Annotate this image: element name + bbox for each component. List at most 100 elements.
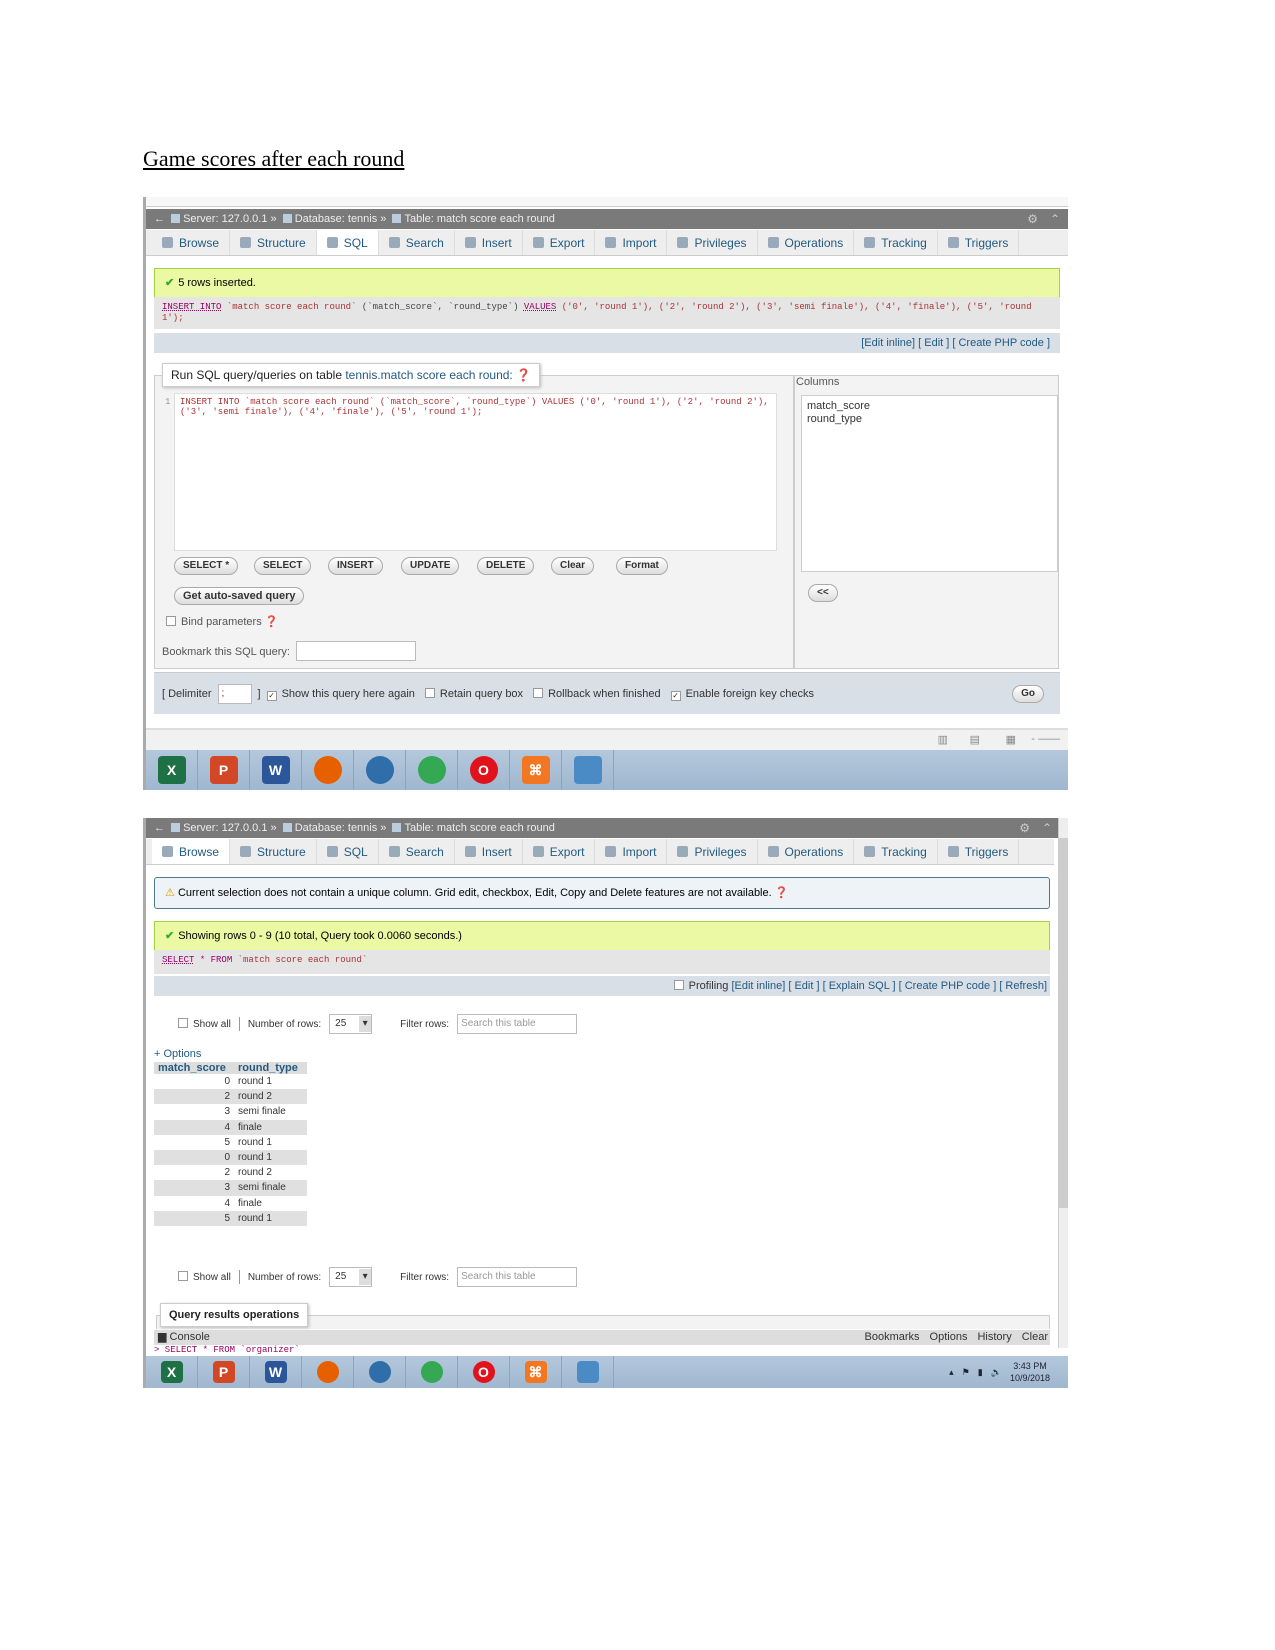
select-button[interactable]: SELECT bbox=[254, 557, 312, 575]
taskbar-chrome[interactable] bbox=[406, 750, 458, 790]
tab-sql[interactable]: SQL bbox=[317, 839, 379, 864]
checkbox[interactable]: ✓ bbox=[266, 690, 277, 701]
taskbar-firefox[interactable] bbox=[302, 1356, 354, 1388]
taskbar-excel[interactable]: X bbox=[146, 1356, 198, 1388]
taskbar-word[interactable]: W bbox=[250, 1356, 302, 1388]
insert-columns-button[interactable]: << bbox=[808, 584, 838, 602]
gear-icon[interactable]: ⚙ bbox=[1027, 209, 1038, 229]
tab-sql[interactable]: SQL bbox=[316, 230, 379, 255]
profiling-checkbox[interactable] bbox=[673, 980, 684, 990]
clock[interactable]: 3:43 PM 10/9/2018 bbox=[1010, 1360, 1050, 1384]
taskbar-xampp[interactable]: ⌘ bbox=[510, 750, 562, 790]
tab-triggers[interactable]: Triggers bbox=[938, 230, 1020, 255]
taskbar-excel[interactable]: X bbox=[146, 750, 198, 790]
breadcrumb-table[interactable]: Table: match score each round bbox=[404, 822, 554, 834]
option-show-this-query-here-again[interactable]: ✓ Show this query here again bbox=[266, 688, 415, 701]
column-header-match-score[interactable]: match_score bbox=[154, 1062, 234, 1074]
option-rollback-when-finished[interactable]: Rollback when finished bbox=[533, 687, 661, 701]
options-link[interactable]: + Options bbox=[154, 1048, 201, 1060]
back-icon[interactable]: ← bbox=[154, 822, 165, 834]
create-php-link[interactable]: [ Create PHP code ] bbox=[952, 337, 1050, 349]
edit-link[interactable]: [ Edit ] bbox=[788, 980, 819, 992]
breadcrumb-database[interactable]: Database: tennis » bbox=[295, 213, 387, 225]
checkbox[interactable]: ✓ bbox=[670, 690, 681, 701]
checkbox[interactable] bbox=[533, 687, 544, 698]
tab-tracking[interactable]: Tracking bbox=[854, 230, 938, 255]
show-all-checkbox[interactable] bbox=[178, 1271, 188, 1281]
taskbar-powerpoint[interactable]: P bbox=[198, 1356, 250, 1388]
column-header-round-type[interactable]: round_type bbox=[234, 1062, 307, 1074]
sql-keyword[interactable]: VALUES bbox=[524, 302, 556, 312]
flag-icon[interactable]: ⚑ bbox=[962, 1367, 970, 1378]
taskbar-chrome[interactable] bbox=[406, 1356, 458, 1388]
tab-browse[interactable]: Browse bbox=[152, 230, 231, 255]
num-rows-select[interactable]: 25 bbox=[329, 1267, 373, 1287]
help-icon[interactable]: ❓ bbox=[265, 616, 279, 628]
collapse-icon[interactable]: ⌃ bbox=[1042, 818, 1052, 838]
taskbar-photo-viewer[interactable] bbox=[562, 1356, 614, 1388]
back-icon[interactable]: ← bbox=[154, 213, 165, 225]
tab-insert[interactable]: Insert bbox=[455, 839, 523, 864]
legend-table-link[interactable]: tennis.match score each round: bbox=[345, 368, 512, 382]
refresh-link[interactable]: [ Refresh] bbox=[999, 980, 1047, 992]
tab-tracking[interactable]: Tracking bbox=[854, 839, 938, 864]
taskbar-thunderbird[interactable] bbox=[354, 1356, 406, 1388]
taskbar-opera[interactable]: O bbox=[458, 750, 510, 790]
taskbar-word[interactable]: W bbox=[250, 750, 302, 790]
tab-triggers[interactable]: Triggers bbox=[938, 839, 1020, 864]
sql-keyword[interactable]: INSERT INTO bbox=[162, 302, 221, 312]
help-icon[interactable]: ❓ bbox=[516, 368, 531, 382]
filter-input[interactable]: Search this table bbox=[457, 1267, 578, 1287]
scrollbar[interactable] bbox=[1058, 818, 1068, 1348]
console-input[interactable]: > SELECT * FROM `organizer` bbox=[154, 1345, 300, 1355]
tab-import[interactable]: Import bbox=[595, 230, 668, 255]
filter-input[interactable]: Search this table bbox=[457, 1014, 578, 1034]
update-button[interactable]: UPDATE bbox=[401, 557, 460, 575]
taskbar-photo-viewer[interactable] bbox=[562, 750, 614, 790]
tab-insert[interactable]: Insert bbox=[455, 230, 523, 255]
create-php-link[interactable]: [ Create PHP code ] bbox=[899, 980, 997, 992]
tray-arrow-icon[interactable]: ▴ bbox=[949, 1367, 954, 1378]
get-auto-saved-query-button[interactable]: Get auto-saved query bbox=[174, 587, 305, 605]
breadcrumb-server[interactable]: Server: 127.0.0.1 » bbox=[183, 822, 277, 834]
breadcrumb-table[interactable]: Table: match score each round bbox=[404, 213, 554, 225]
edit-inline-link[interactable]: [Edit inline] bbox=[731, 980, 785, 992]
volume-icon[interactable]: 🔈 bbox=[991, 1367, 1002, 1378]
column-option[interactable]: match_score bbox=[807, 400, 1052, 413]
insert-button[interactable]: INSERT bbox=[328, 557, 383, 575]
taskbar-thunderbird[interactable] bbox=[354, 750, 406, 790]
delete-button[interactable]: DELETE bbox=[477, 557, 535, 575]
bookmark-input[interactable] bbox=[296, 641, 416, 661]
taskbar-firefox[interactable] bbox=[302, 750, 354, 790]
console-link-options[interactable]: Options bbox=[930, 1331, 968, 1343]
explain-sql-link[interactable]: [ Explain SQL ] bbox=[823, 980, 896, 992]
option-enable-foreign-key-checks[interactable]: ✓ Enable foreign key checks bbox=[670, 688, 814, 701]
taskbar-opera[interactable]: O bbox=[458, 1356, 510, 1388]
bind-parameters[interactable]: Bind parameters ❓ bbox=[166, 615, 278, 628]
tab-structure[interactable]: Structure bbox=[230, 839, 317, 864]
web-layout-icon[interactable]: ▦ bbox=[1006, 733, 1016, 746]
tab-export[interactable]: Export bbox=[523, 230, 596, 255]
go-button[interactable]: Go bbox=[1012, 685, 1044, 703]
num-rows-select[interactable]: 25 bbox=[329, 1014, 373, 1034]
edit-inline-link[interactable]: [Edit inline] bbox=[861, 337, 915, 349]
sql-keyword[interactable]: SELECT bbox=[162, 955, 194, 965]
tab-structure[interactable]: Structure bbox=[230, 230, 317, 255]
tab-export[interactable]: Export bbox=[523, 839, 596, 864]
console-label[interactable]: Console bbox=[170, 1331, 210, 1343]
zoom-slider[interactable]: - —— bbox=[1031, 733, 1060, 745]
breadcrumb-database[interactable]: Database: tennis » bbox=[295, 822, 387, 834]
columns-list[interactable]: match_score round_type bbox=[801, 395, 1058, 572]
tab-privileges[interactable]: Privileges bbox=[667, 839, 758, 864]
edit-link[interactable]: [ Edit ] bbox=[918, 337, 949, 349]
print-layout-icon[interactable]: ▤ bbox=[970, 733, 980, 746]
checkbox[interactable] bbox=[424, 687, 435, 698]
option-retain-query-box[interactable]: Retain query box bbox=[424, 687, 523, 701]
format-button[interactable]: Format bbox=[616, 557, 668, 575]
console-link-clear[interactable]: Clear bbox=[1022, 1331, 1048, 1343]
tab-operations[interactable]: Operations bbox=[758, 230, 855, 255]
breadcrumb-server[interactable]: Server: 127.0.0.1 » bbox=[183, 213, 277, 225]
tab-privileges[interactable]: Privileges bbox=[667, 230, 758, 255]
console-link-history[interactable]: History bbox=[977, 1331, 1011, 1343]
clear-button[interactable]: Clear bbox=[551, 557, 595, 575]
